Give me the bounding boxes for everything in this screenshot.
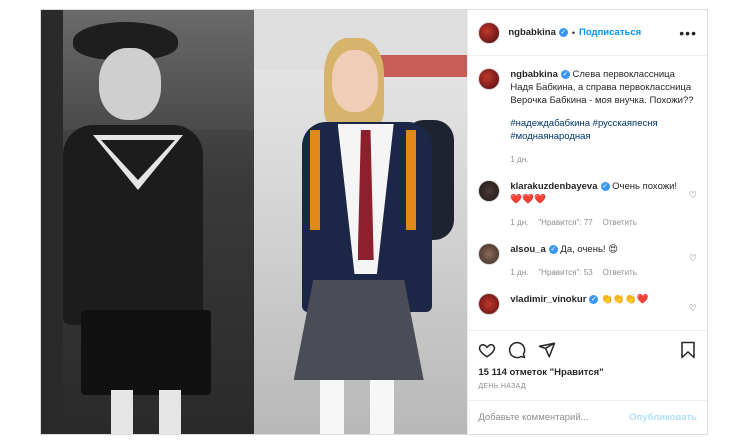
caption: ngbabkina ✓ Слева первоклассница Надя Баб… bbox=[478, 68, 697, 166]
comment-text: Очень похожи! bbox=[612, 181, 678, 192]
comment-text: Да, очень! bbox=[560, 244, 606, 255]
verified-icon: ✓ bbox=[589, 294, 599, 304]
share-icon[interactable] bbox=[538, 341, 556, 359]
caption-avatar[interactable] bbox=[478, 68, 501, 90]
post-image[interactable] bbox=[41, 10, 468, 434]
comment-emoji: ❤️❤️❤️ bbox=[510, 194, 546, 205]
reply-button[interactable]: Ответить bbox=[603, 216, 637, 229]
comment-like-icon[interactable]: ♡ bbox=[689, 303, 697, 314]
comment-input[interactable] bbox=[478, 412, 630, 423]
separator-dot: • bbox=[571, 27, 576, 38]
commenter-avatar[interactable] bbox=[478, 293, 501, 315]
caption-time: 1 дн. bbox=[510, 155, 529, 164]
verified-icon: ✓ bbox=[548, 244, 558, 254]
likes-count[interactable]: 15 114 отметок "Нравится" bbox=[478, 367, 697, 378]
more-options-icon[interactable]: ••• bbox=[679, 25, 697, 41]
comment-time: 1 дн. bbox=[510, 218, 529, 227]
photo-left-bw bbox=[41, 10, 254, 434]
comment-icon[interactable] bbox=[508, 341, 526, 359]
add-comment-bar: Опубликовать bbox=[468, 400, 707, 434]
commenter-username[interactable]: alsou_a bbox=[510, 244, 545, 255]
comment-likes[interactable]: "Нравится": 53 bbox=[538, 266, 592, 279]
comment-time: 1 дн. bbox=[510, 268, 529, 277]
action-bar: 15 114 отметок "Нравится" ДЕНЬ НАЗАД bbox=[468, 330, 707, 390]
hashtags-line-2[interactable]: #моднаянародная bbox=[510, 130, 697, 143]
post-date: ДЕНЬ НАЗАД bbox=[478, 383, 526, 390]
post-modal: ngbabkina ✓ • Подписаться ••• ngbabkina ✓… bbox=[40, 9, 708, 435]
verified-icon: ✓ bbox=[600, 181, 610, 191]
post-header: ngbabkina ✓ • Подписаться ••• bbox=[468, 10, 707, 56]
heart-icon[interactable] bbox=[478, 341, 496, 359]
photo-right-color bbox=[253, 10, 468, 434]
comment-item: alsou_a ✓ Да, очень! 😍 1 дн. "Нравится": … bbox=[478, 243, 697, 279]
post-panel: ngbabkina ✓ • Подписаться ••• ngbabkina ✓… bbox=[467, 10, 707, 434]
follow-button[interactable]: Подписаться bbox=[579, 27, 641, 38]
comment-item: vladimir_vinokur ✓ 👏👏👏❤️ ♡ bbox=[478, 293, 697, 315]
comment-like-icon[interactable]: ♡ bbox=[689, 190, 697, 201]
comment-like-icon[interactable]: ♡ bbox=[689, 253, 697, 264]
commenter-username[interactable]: vladimir_vinokur bbox=[510, 294, 586, 305]
publish-button[interactable]: Опубликовать bbox=[629, 412, 697, 423]
commenter-username[interactable]: klarakuzdenbayeva bbox=[510, 181, 597, 192]
hashtags-line-1[interactable]: #надеждабабкина #русскаяпесня bbox=[510, 117, 697, 130]
comment-likes[interactable]: "Нравится": 77 bbox=[538, 216, 592, 229]
verified-icon: ✓ bbox=[558, 28, 568, 37]
commenter-avatar[interactable] bbox=[478, 180, 501, 202]
comments-list[interactable]: ngbabkina ✓ Слева первоклассница Надя Баб… bbox=[468, 56, 707, 330]
author-avatar[interactable] bbox=[478, 21, 501, 44]
comment-item: klarakuzdenbayeva ✓ Очень похожи! ❤️❤️❤️ … bbox=[478, 180, 697, 229]
verified-icon: ✓ bbox=[560, 69, 570, 79]
comment-emoji: 👏👏👏❤️ bbox=[601, 294, 649, 305]
caption-username[interactable]: ngbabkina bbox=[510, 69, 558, 80]
commenter-avatar[interactable] bbox=[478, 243, 501, 265]
comment-emoji: 😍 bbox=[608, 244, 619, 255]
author-username[interactable]: ngbabkina bbox=[508, 27, 556, 38]
bookmark-icon[interactable] bbox=[679, 341, 697, 359]
reply-button[interactable]: Ответить bbox=[603, 266, 637, 279]
